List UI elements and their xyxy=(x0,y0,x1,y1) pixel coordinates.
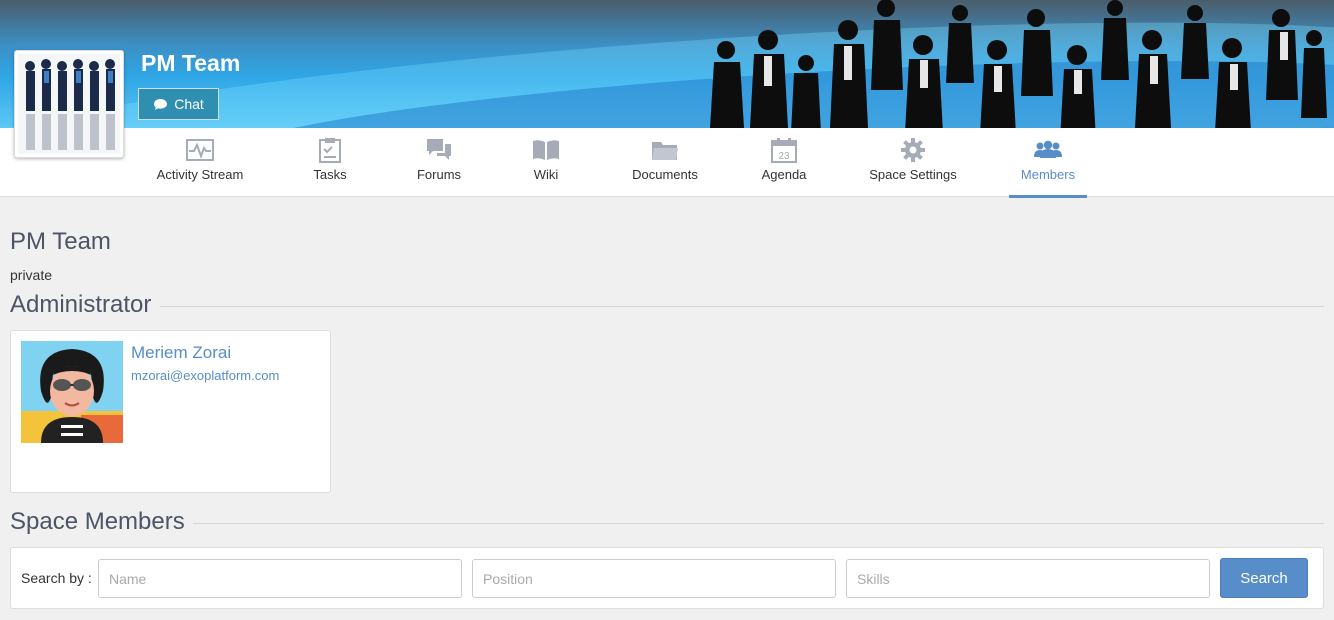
nav-item-label: Forums xyxy=(416,167,462,182)
space-navigation: Activity Stream Tasks Forums Wiki Docume… xyxy=(0,128,1334,198)
nav-item-space-settings[interactable]: Space Settings xyxy=(866,128,960,197)
chat-button[interactable]: Chat xyxy=(138,88,219,120)
gear-icon xyxy=(901,138,925,162)
position-search-input[interactable] xyxy=(472,559,836,598)
chat-button-label: Chat xyxy=(174,96,204,112)
divider xyxy=(193,523,1324,524)
space-avatar-image xyxy=(18,54,120,154)
folder-icon xyxy=(652,142,678,160)
members-icon xyxy=(1034,140,1062,158)
tasks-icon xyxy=(319,138,341,163)
nav-item-members[interactable]: Members xyxy=(1009,128,1087,198)
nav-item-label: Space Settings xyxy=(869,167,957,182)
admin-avatar[interactable] xyxy=(21,341,123,443)
activity-stream-icon xyxy=(186,139,214,161)
nav-item-label: Agenda xyxy=(761,167,807,182)
search-button[interactable]: Search xyxy=(1220,558,1308,598)
nav-item-wiki[interactable]: Wiki xyxy=(526,128,566,197)
nav-item-agenda[interactable]: 23 Agenda xyxy=(758,128,810,197)
admin-name-link[interactable]: Meriem Zorai xyxy=(131,343,231,363)
skills-search-input[interactable] xyxy=(846,559,1210,598)
space-name[interactable]: PM Team xyxy=(141,50,240,77)
banner-crowd-image xyxy=(710,0,1327,128)
nav-item-activity-stream[interactable]: Activity Stream xyxy=(151,128,249,197)
calendar-icon: 23 xyxy=(771,138,797,163)
name-search-input[interactable] xyxy=(98,559,462,598)
search-by-label: Search by : xyxy=(21,570,92,586)
chat-bubble-icon xyxy=(154,98,168,110)
member-search-bar: Search by : Search xyxy=(10,547,1324,609)
calendar-day: 23 xyxy=(778,151,790,162)
admin-card: Meriem Zorai mzorai@exoplatform.com xyxy=(10,330,331,493)
administrator-heading: Administrator xyxy=(10,291,152,318)
space-avatar[interactable] xyxy=(14,50,124,158)
wiki-book-icon xyxy=(533,140,559,160)
nav-item-tasks[interactable]: Tasks xyxy=(300,128,360,197)
space-privacy: private xyxy=(10,267,53,283)
divider xyxy=(160,306,1324,307)
nav-item-label: Members xyxy=(1020,167,1076,182)
page-title: PM Team xyxy=(10,228,111,255)
forums-icon xyxy=(427,139,451,160)
nav-item-label: Activity Stream xyxy=(156,167,244,182)
nav-item-documents[interactable]: Documents xyxy=(626,128,704,197)
admin-email-link[interactable]: mzorai@exoplatform.com xyxy=(131,368,279,383)
nav-item-label: Documents xyxy=(632,167,698,182)
nav-item-label: Tasks xyxy=(313,167,347,182)
nav-item-label: Wiki xyxy=(533,167,559,182)
space-members-heading: Space Members xyxy=(10,508,185,535)
nav-item-forums[interactable]: Forums xyxy=(408,128,470,197)
